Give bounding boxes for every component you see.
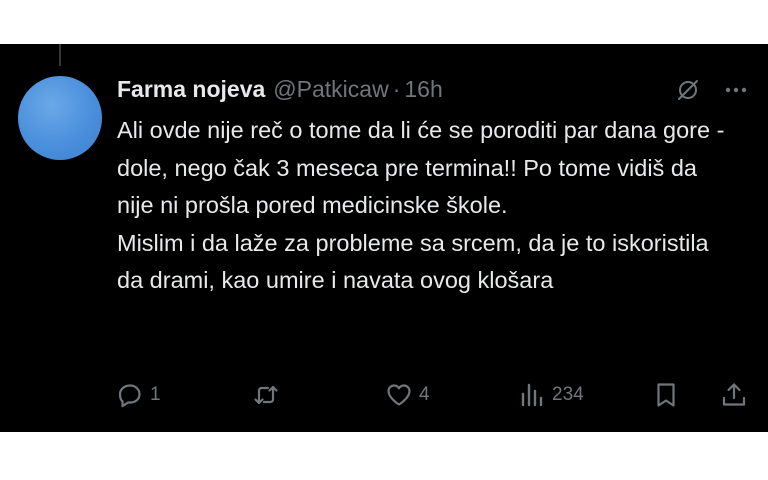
share-button[interactable] (720, 380, 748, 410)
repost-icon (254, 385, 278, 405)
views-count: 234 (552, 384, 584, 405)
views-button[interactable]: 234 (518, 380, 584, 410)
timestamp[interactable]: 16h (404, 76, 442, 103)
tweet-card[interactable]: Farma nojeva @Patkicaw · 16h Ali ovde ni… (0, 44, 768, 432)
views-icon (521, 383, 543, 407)
like-icon (387, 384, 411, 406)
author-handle[interactable]: @Patkicaw (273, 76, 388, 103)
tweet-text: Ali ovde nije reč o tome da li će se por… (117, 112, 727, 300)
like-count: 4 (419, 384, 430, 405)
separator-dot: · (392, 75, 401, 102)
more-icon[interactable] (722, 78, 750, 102)
reply-icon (118, 384, 141, 408)
reply-count: 1 (150, 384, 161, 405)
bookmark-icon (657, 383, 675, 407)
grok-icon[interactable] (676, 78, 700, 102)
tweet-paragraph: Ali ovde nije reč o tome da li će se por… (117, 117, 725, 218)
author-name[interactable]: Farma nojeva (117, 76, 265, 103)
like-button[interactable]: 4 (385, 380, 430, 410)
action-bar: 1 4 234 (0, 380, 768, 410)
avatar[interactable] (18, 76, 102, 160)
repost-button[interactable] (252, 380, 286, 410)
tweet-header: Farma nojeva @Patkicaw · 16h (117, 74, 443, 104)
bookmark-button[interactable] (652, 380, 680, 410)
thread-connector-line (59, 44, 61, 66)
tweet-paragraph: Mislim i da laže za probleme sa srcem, d… (117, 229, 709, 294)
share-icon (722, 383, 746, 406)
reply-button[interactable]: 1 (116, 380, 161, 410)
